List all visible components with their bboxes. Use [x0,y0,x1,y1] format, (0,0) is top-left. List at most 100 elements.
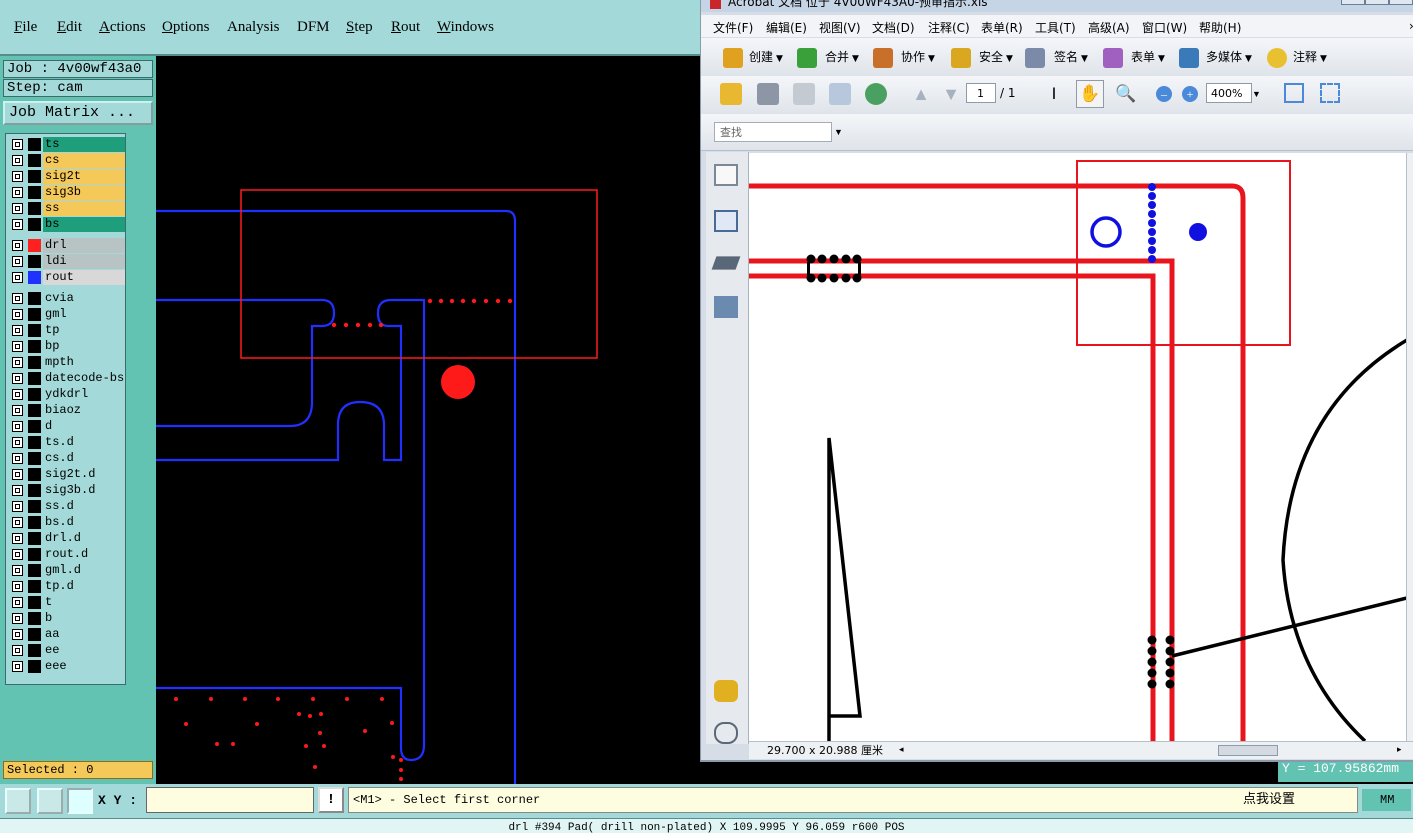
layer-color-swatch[interactable] [28,612,41,625]
layer-color-swatch[interactable] [28,596,41,609]
layer-row[interactable]: sig2t [8,169,125,184]
fit-width-icon[interactable] [1284,83,1304,103]
layer-row[interactable]: drl.d [8,531,125,546]
layer-color-swatch[interactable] [28,564,41,577]
units-indicator[interactable]: MM [1360,787,1413,813]
pages-panel-icon[interactable] [714,164,738,186]
layer-row[interactable]: sig2t.d [8,467,125,482]
layer-name[interactable]: sig2t.d [43,467,125,482]
layer-name[interactable]: tp.d [43,579,125,594]
layer-checkbox[interactable] [12,373,23,384]
layer-name[interactable]: drl.d [43,531,125,546]
layer-checkbox[interactable] [12,629,23,640]
next-page-icon[interactable]: ▼ [940,83,962,105]
measure-icon[interactable] [37,788,63,814]
layer-checkbox[interactable] [12,293,23,304]
layers-panel-icon[interactable] [711,256,741,270]
layer-color-swatch[interactable] [28,202,41,215]
layer-color-swatch[interactable] [28,340,41,353]
hand-tool-icon[interactable]: ✋ [1076,80,1104,108]
layer-name[interactable]: bs.d [43,515,125,530]
layer-color-swatch[interactable] [28,532,41,545]
zoom-in-icon[interactable]: + [1182,86,1198,102]
menu-analysis[interactable]: Analysis [227,19,280,36]
horizontal-scroll-thumb[interactable] [1218,745,1278,756]
layer-color-swatch[interactable] [28,388,41,401]
layer-row[interactable]: d [8,419,125,434]
layer-color-swatch[interactable] [28,239,41,252]
layer-row[interactable]: t [8,595,125,610]
layer-color-swatch[interactable] [28,218,41,231]
alert-button[interactable]: ! [318,787,344,813]
layer-name[interactable]: tp [43,323,125,338]
cam-graphic-canvas[interactable] [156,56,702,784]
layer-color-swatch[interactable] [28,324,41,337]
menu-view-cn[interactable]: 视图(V) [819,19,861,36]
layer-checkbox[interactable] [12,469,23,480]
layer-color-swatch[interactable] [28,372,41,385]
layer-color-swatch[interactable] [28,255,41,268]
vertical-scrollbar[interactable] [1406,153,1413,741]
layer-name[interactable]: mpth [43,355,125,370]
layer-name[interactable]: b [43,611,125,626]
layer-name[interactable]: gml [43,307,125,322]
layer-name[interactable]: aa [43,627,125,642]
layer-checkbox[interactable] [12,357,23,368]
layer-checkbox[interactable] [12,187,23,198]
menu-actions[interactable]: Actions [99,19,146,36]
layer-checkbox[interactable] [12,171,23,182]
layer-name[interactable]: cvia [43,291,125,306]
menu-overflow[interactable]: › [1409,19,1413,33]
combine-button[interactable]: 合并 ▼ [825,45,859,71]
fit-page-icon[interactable] [1320,83,1340,103]
layer-name[interactable]: ee [43,643,125,658]
layer-name[interactable]: ts [43,137,125,152]
layer-color-swatch[interactable] [28,516,41,529]
create-button[interactable]: 创建 ▼ [749,45,783,71]
layer-color-swatch[interactable] [28,420,41,433]
layer-checkbox[interactable] [12,613,23,624]
layer-color-swatch[interactable] [28,404,41,417]
open-icon[interactable] [720,83,742,105]
layer-row[interactable]: ldi [8,254,125,269]
layer-name[interactable]: ss [43,201,125,216]
menu-windows[interactable]: Windows [437,19,494,36]
prev-page-icon[interactable]: ▲ [910,83,932,105]
layer-name[interactable]: ldi [43,254,125,269]
layer-checkbox[interactable] [12,256,23,267]
comment-button[interactable]: 注释 ▼ [1293,45,1327,71]
layer-name[interactable]: datecode-bs [43,371,125,386]
layer-checkbox[interactable] [12,405,23,416]
layer-name[interactable]: cs.d [43,451,125,466]
multimedia-button[interactable]: 多媒体 ▼ [1206,45,1252,71]
bookmarks-panel-icon[interactable] [714,210,738,232]
layer-row[interactable]: ee [8,643,125,658]
layer-checkbox[interactable] [12,219,23,230]
menu-tools-cn[interactable]: 工具(T) [1035,19,1076,36]
layer-checkbox[interactable] [12,645,23,656]
menu-dfm[interactable]: DFM [297,19,330,36]
layer-name[interactable]: ydkdrl [43,387,125,402]
layer-row[interactable]: gml [8,307,125,322]
layer-color-swatch[interactable] [28,436,41,449]
layer-name[interactable]: ts.d [43,435,125,450]
layer-row[interactable]: bs [8,217,125,232]
horizontal-scrollbar[interactable] [909,745,1399,756]
layer-name[interactable]: gml.d [43,563,125,578]
zoom-tool-icon[interactable]: 🔍 [1115,83,1137,105]
layer-checkbox[interactable] [12,565,23,576]
layer-color-swatch[interactable] [28,548,41,561]
layer-row[interactable]: bs.d [8,515,125,530]
layer-name[interactable]: ss.d [43,499,125,514]
layer-checkbox[interactable] [12,155,23,166]
layer-row[interactable]: bp [8,339,125,354]
zoom-dropdown-icon[interactable]: ▼ [1252,86,1262,108]
page-number-input[interactable]: 1 [966,83,996,103]
grid-snap-icon[interactable] [67,788,93,814]
close-button[interactable] [1389,0,1413,5]
layer-name[interactable]: bp [43,339,125,354]
maximize-button[interactable] [1365,0,1389,5]
layer-row[interactable]: sig3b [8,185,125,200]
menu-window-cn[interactable]: 窗口(W) [1142,19,1187,36]
layer-row[interactable]: ydkdrl [8,387,125,402]
